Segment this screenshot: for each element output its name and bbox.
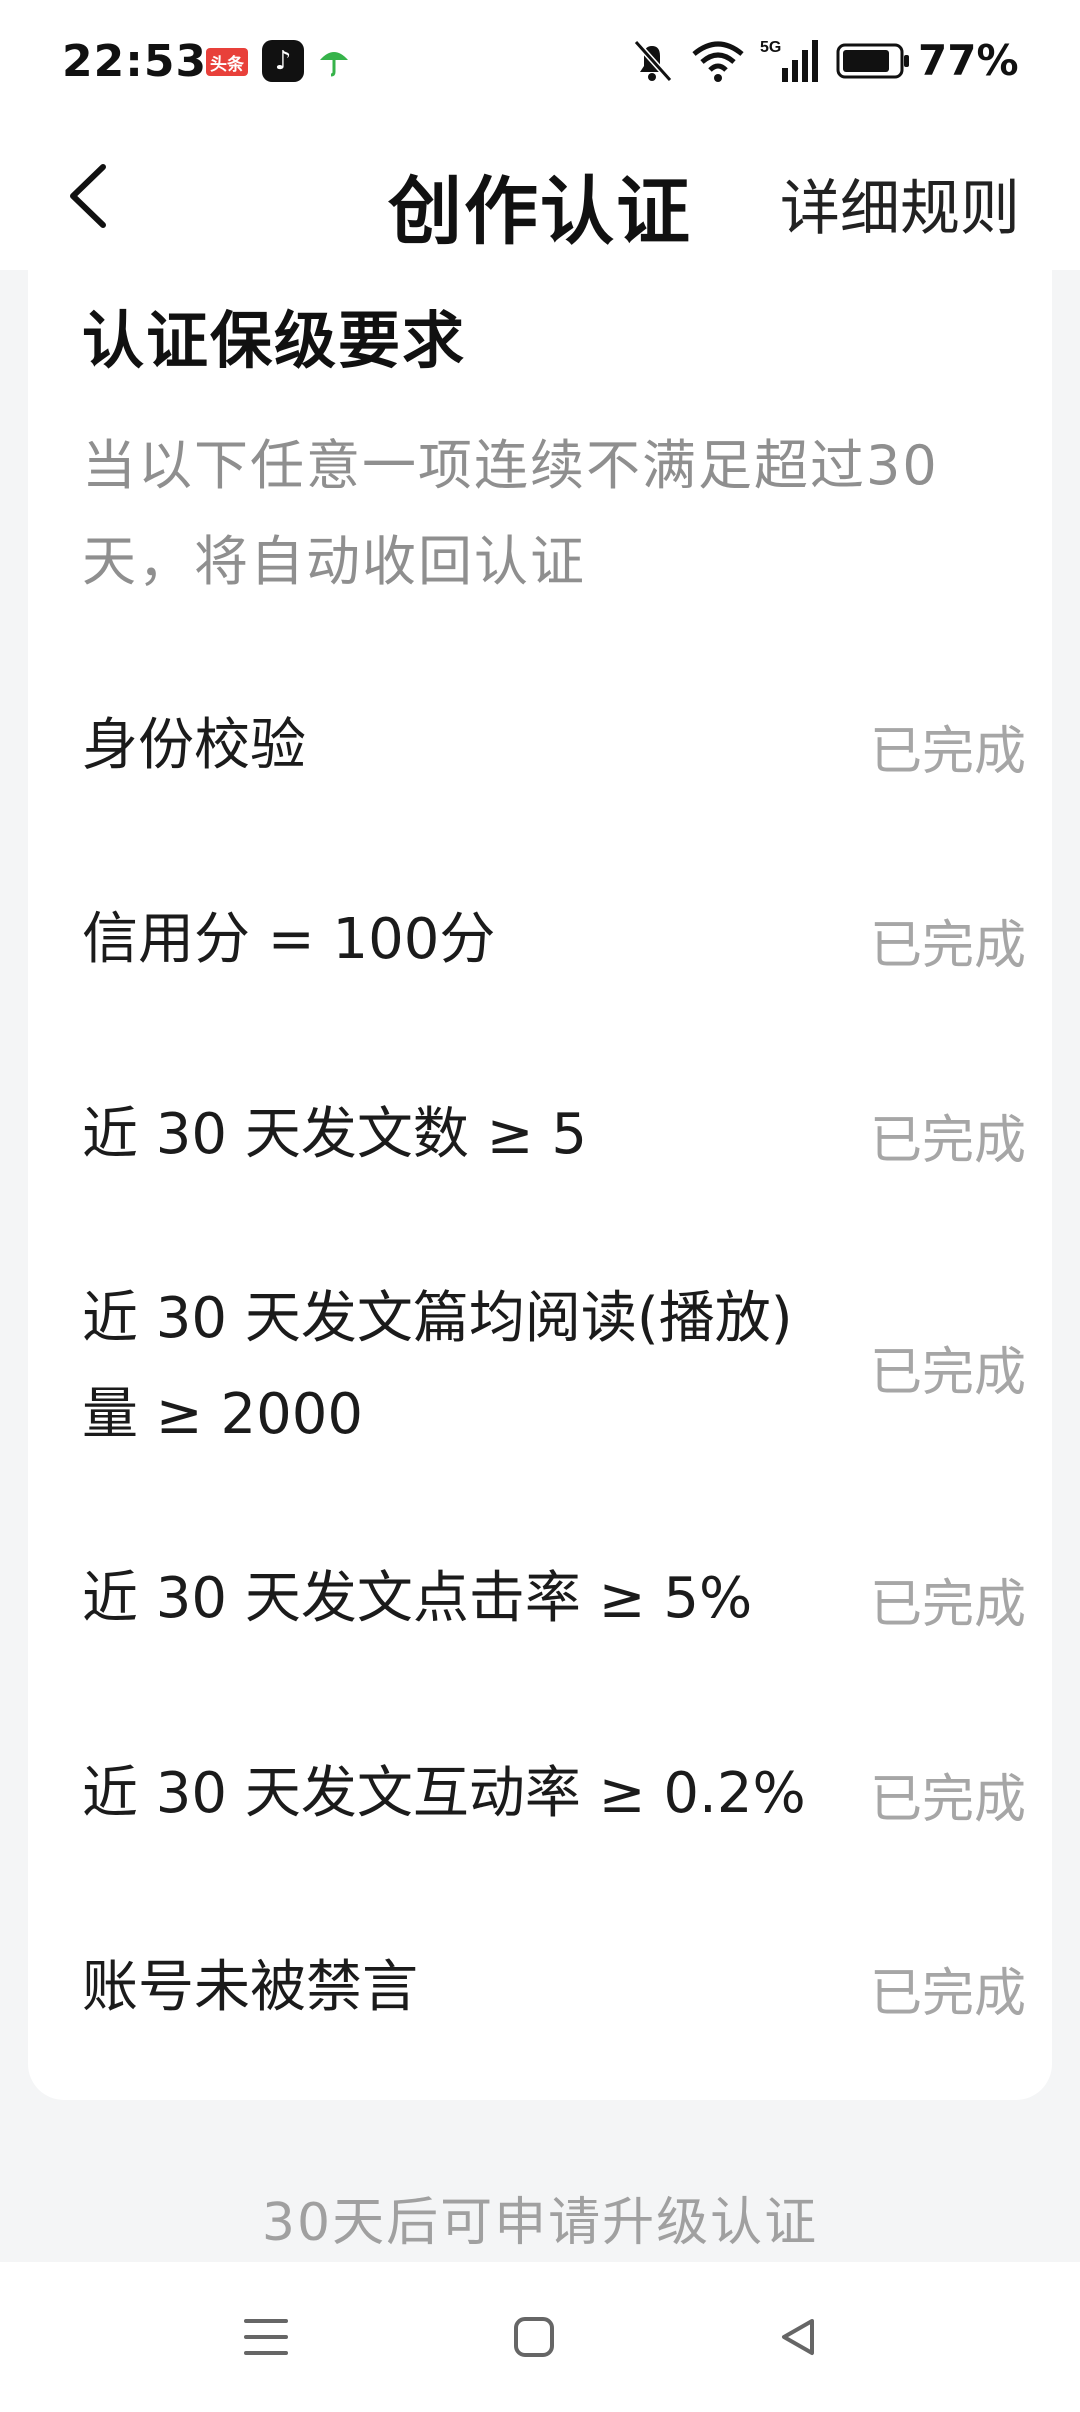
requirement-status: 已完成 [869, 1574, 1026, 1635]
upgrade-hint: 30天后可申请升级认证 [261, 2193, 819, 2253]
battery-icon [836, 43, 909, 79]
requirement-row: 近 30 天发文点击率 ≥ 5% 已完成 [82, 1551, 1026, 1647]
requirement-row: 信用分 = 100分 已完成 [82, 892, 1026, 988]
cellular-signal-icon: 5G [760, 39, 818, 82]
requirement-label: 身份校验 [82, 713, 306, 778]
home-button[interactable] [494, 2302, 574, 2372]
requirement-status: 已完成 [869, 1110, 1026, 1171]
back-nav-button[interactable] [758, 2302, 838, 2372]
requirement-row: 近 30 天发文互动率 ≥ 0.2% 已完成 [82, 1746, 1026, 1842]
menu-icon [244, 2319, 288, 2355]
requirement-row: 近 30 天发文数 ≥ 5 已完成 [82, 1087, 1026, 1183]
requirement-status: 已完成 [869, 915, 1026, 976]
triangle-back-icon [782, 2319, 814, 2355]
requirement-label: 信用分 = 100分 [82, 907, 496, 972]
status-time: 22:53 [62, 36, 208, 87]
requirement-label: 近 30 天发文点击率 ≥ 5% [82, 1566, 753, 1631]
card-description: 当以下任意一项连续不满足超过30天，将自动收回认证 [82, 434, 939, 593]
square-icon [514, 2317, 554, 2357]
system-navigation-bar [0, 2262, 1080, 2412]
recent-apps-button[interactable] [226, 2302, 306, 2372]
top-app-bar: 创作认证 详细规则 [0, 120, 1080, 270]
card-title: 认证保级要求 [82, 304, 467, 377]
toutiao-app-icon: 头条 [206, 48, 248, 76]
detailed-rules-link[interactable]: 详细规则 [780, 160, 1020, 247]
requirement-row: 近 30 天发文篇均阅读(播放)量 ≥ 2000 已完成 [82, 1271, 1026, 1463]
requirements-card: 认证保级要求 当以下任意一项连续不满足超过30天，将自动收回认证 身份校验 已完… [28, 270, 1052, 2100]
svg-text:5G: 5G [760, 39, 781, 56]
tiktok-app-icon: ♪ [262, 40, 304, 82]
battery-percentage: 77% [918, 36, 1019, 85]
requirement-status: 已完成 [869, 1769, 1026, 1830]
requirement-status: 已完成 [869, 1342, 1026, 1403]
requirement-label: 近 30 天发文数 ≥ 5 [82, 1102, 588, 1167]
wifi-icon [692, 41, 744, 82]
requirement-label: 近 30 天发文篇均阅读(播放)量 ≥ 2000 [82, 1286, 793, 1447]
bell-off-icon [633, 39, 673, 83]
requirement-label: 近 30 天发文互动率 ≥ 0.2% [82, 1761, 806, 1826]
requirement-status: 已完成 [869, 1963, 1026, 2024]
umbrella-icon [320, 52, 348, 77]
status-bar: 22:53 头条 ♪ 5G 77% [0, 0, 1080, 120]
requirement-label: 账号未被禁言 [82, 1955, 418, 2020]
requirement-row: 身份校验 已完成 [82, 698, 1026, 794]
requirement-row: 账号未被禁言 已完成 [82, 1940, 1026, 2036]
requirement-status: 已完成 [869, 721, 1026, 782]
